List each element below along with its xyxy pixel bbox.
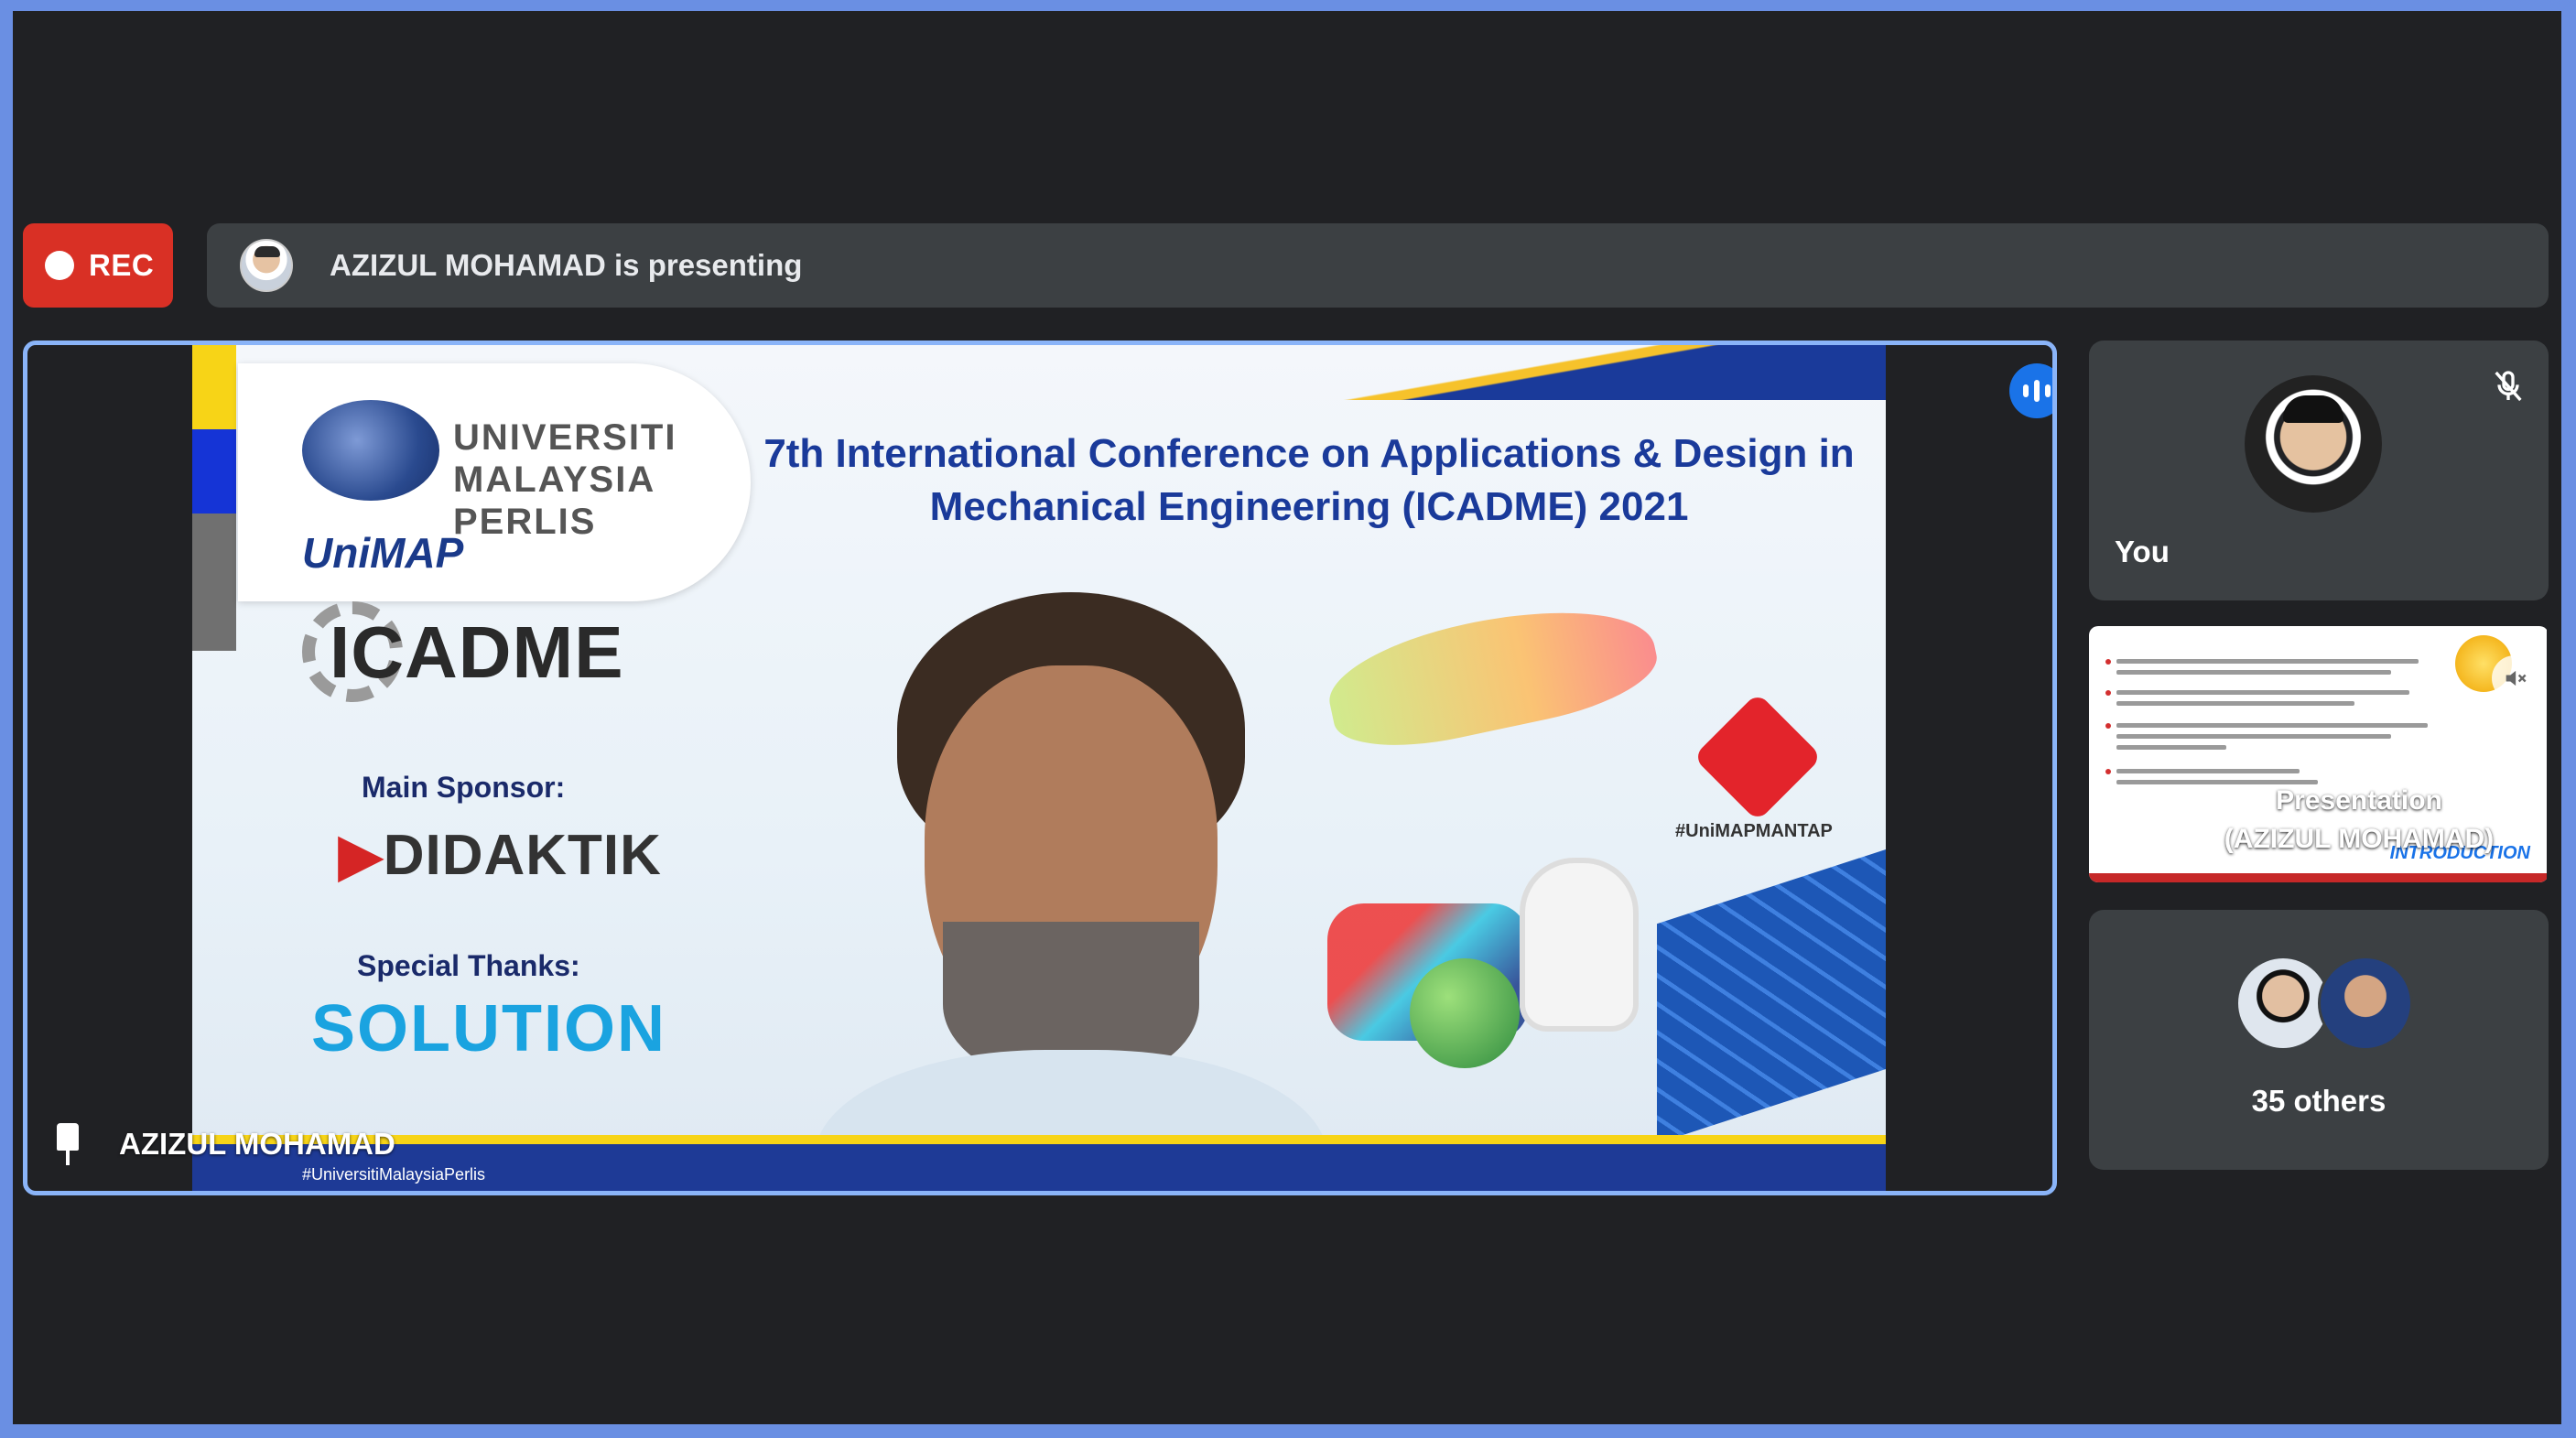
airplane-illustration bbox=[1319, 586, 1665, 763]
globe-illustration bbox=[1410, 958, 1520, 1068]
conference-title: 7th International Conference on Applicat… bbox=[763, 431, 1855, 529]
didaktik-mark-icon: ▶ bbox=[339, 824, 384, 887]
special-thanks-label: Special Thanks: bbox=[357, 949, 580, 982]
presenter-video: UNIVERSITI MALAYSIA PERLIS UniMAP ICADME… bbox=[192, 345, 1886, 1191]
speaker-name-tag: AZIZUL MOHAMAD bbox=[53, 1123, 395, 1165]
slide-color-bars bbox=[192, 345, 236, 1191]
didaktik-text: DIDAKTIK bbox=[383, 824, 662, 887]
recording-label: REC bbox=[89, 248, 155, 282]
self-label: You bbox=[2115, 535, 2170, 568]
slide-top-stripe bbox=[1272, 345, 1886, 400]
university-logo-card: UNIVERSITI MALAYSIA PERLIS UniMAP bbox=[238, 363, 751, 601]
speaking-indicator-icon bbox=[2009, 363, 2052, 418]
speaker-person bbox=[815, 592, 1327, 1191]
main-video-tile[interactable]: UNIVERSITI MALAYSIA PERLIS UniMAP ICADME… bbox=[23, 341, 2057, 1195]
main-sponsor-label: Main Sponsor: bbox=[362, 771, 566, 804]
record-dot-icon bbox=[45, 251, 74, 280]
presentation-icon bbox=[2115, 800, 2157, 833]
slide-footer-band: #UniversitiMalaysiaPerlis bbox=[192, 1144, 1886, 1191]
icadme-logo: ICADME bbox=[330, 611, 624, 693]
others-tile[interactable]: 35 others bbox=[2089, 910, 2549, 1170]
others-avatars bbox=[2235, 956, 2419, 1051]
presentation-label: Presentation (AZIZUL MOHAMAD) bbox=[2224, 785, 2495, 854]
unimap-logo: UniMAP bbox=[302, 529, 464, 577]
robot-illustration bbox=[1520, 858, 1639, 1032]
slide-footer-stripe bbox=[192, 1135, 1886, 1144]
social-hashtag: #UniversitiMalaysiaPerlis bbox=[302, 1165, 486, 1184]
university-name: UNIVERSITI MALAYSIA PERLIS bbox=[453, 417, 677, 542]
participant-avatar bbox=[2318, 956, 2413, 1051]
university-globe-icon bbox=[302, 400, 439, 501]
self-avatar bbox=[2245, 375, 2382, 513]
speaker-name: AZIZUL MOHAMAD bbox=[119, 1127, 395, 1161]
presenting-text: AZIZUL MOHAMAD is presenting bbox=[330, 248, 803, 282]
presentation-tile[interactable]: INTRODUCTION Presentation (AZIZUL MOHAMA… bbox=[2089, 626, 2549, 882]
slide-hashtag: #UniMAPMANTAP bbox=[1675, 821, 1833, 841]
heart-icon bbox=[1693, 692, 1823, 822]
recording-badge: REC bbox=[23, 223, 173, 308]
others-count-label: 35 others bbox=[2251, 1084, 2387, 1118]
pin-icon[interactable] bbox=[53, 1123, 82, 1165]
participant-avatar bbox=[2235, 956, 2331, 1051]
solar-panel-illustration bbox=[1657, 846, 1886, 1144]
presenting-bar: AZIZUL MOHAMAD is presenting bbox=[207, 223, 2549, 308]
presenter-avatar bbox=[240, 239, 293, 292]
solution-logo: SOLUTION bbox=[311, 992, 666, 1065]
didaktik-logo: ▶DIDAKTIK bbox=[339, 821, 662, 888]
self-tile[interactable]: You bbox=[2089, 341, 2549, 600]
mic-off-icon bbox=[2495, 371, 2522, 402]
mute-icon bbox=[2492, 655, 2538, 701]
